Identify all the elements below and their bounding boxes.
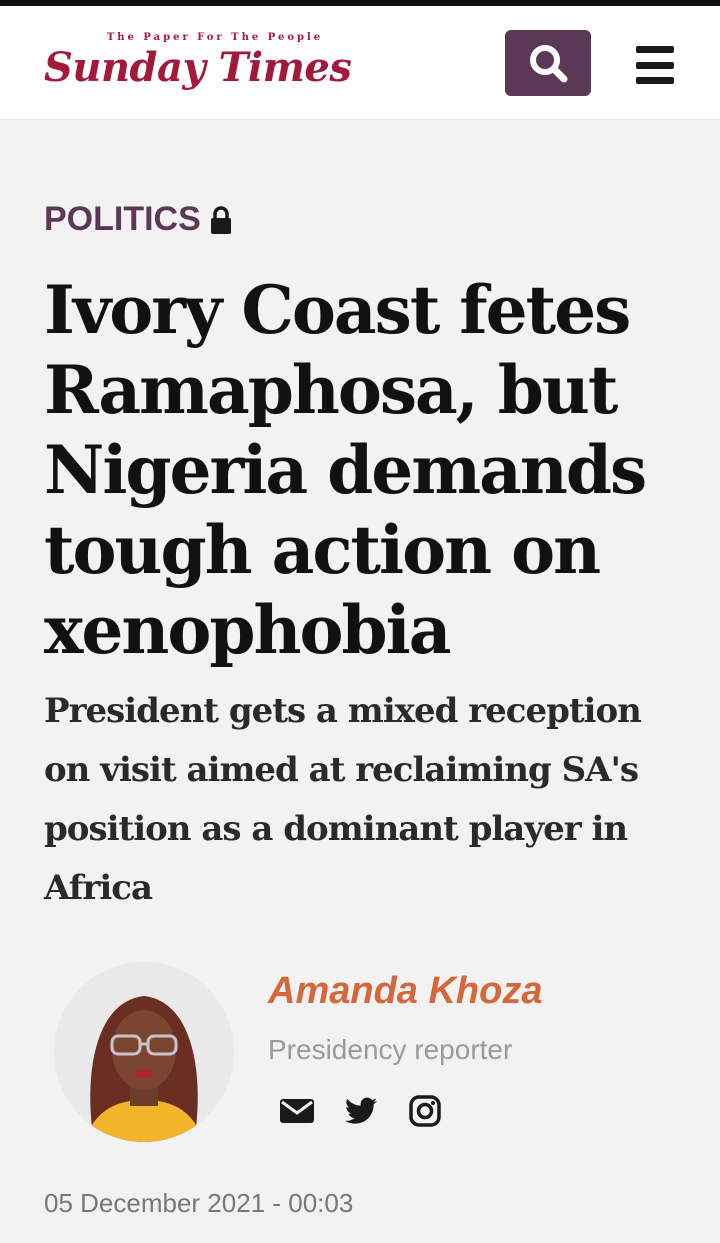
lock-icon: [210, 205, 231, 234]
logo-tagline: The Paper For The People: [106, 32, 324, 43]
twitter-link[interactable]: [342, 1092, 380, 1130]
search-icon: [530, 45, 568, 83]
article-headline: Ivory Coast fetes Ramaphosa, but Nigeria…: [44, 271, 647, 669]
logo-wordmark: Sunday Times: [44, 44, 352, 91]
menu-bar: [636, 77, 674, 84]
search-button[interactable]: [505, 30, 591, 96]
section-label: POLITICS: [44, 200, 201, 238]
author-social-links: [278, 1092, 444, 1130]
menu-bar: [636, 46, 674, 53]
sunday-times-logo[interactable]: The Paper For The People Sunday Times: [44, 28, 354, 108]
twitter-icon: [345, 1097, 377, 1124]
author-role: Presidency reporter: [268, 1034, 513, 1065]
envelope-icon: [280, 1099, 314, 1123]
instagram-icon: [409, 1095, 441, 1127]
menu-bar: [636, 61, 674, 69]
site-header: The Paper For The People Sunday Times: [0, 6, 720, 120]
author-name[interactable]: Amanda Khoza: [268, 970, 542, 1013]
author-avatar[interactable]: [54, 962, 234, 1142]
hamburger-menu-icon[interactable]: [632, 42, 678, 88]
publish-date: 05 December 2021 - 00:03: [44, 1188, 354, 1218]
email-link[interactable]: [278, 1092, 316, 1130]
instagram-link[interactable]: [406, 1092, 444, 1130]
section-tag[interactable]: POLITICS: [44, 200, 233, 239]
author-photo: [54, 962, 234, 1142]
article-subheadline: President gets a mixed reception on visi…: [44, 691, 642, 908]
